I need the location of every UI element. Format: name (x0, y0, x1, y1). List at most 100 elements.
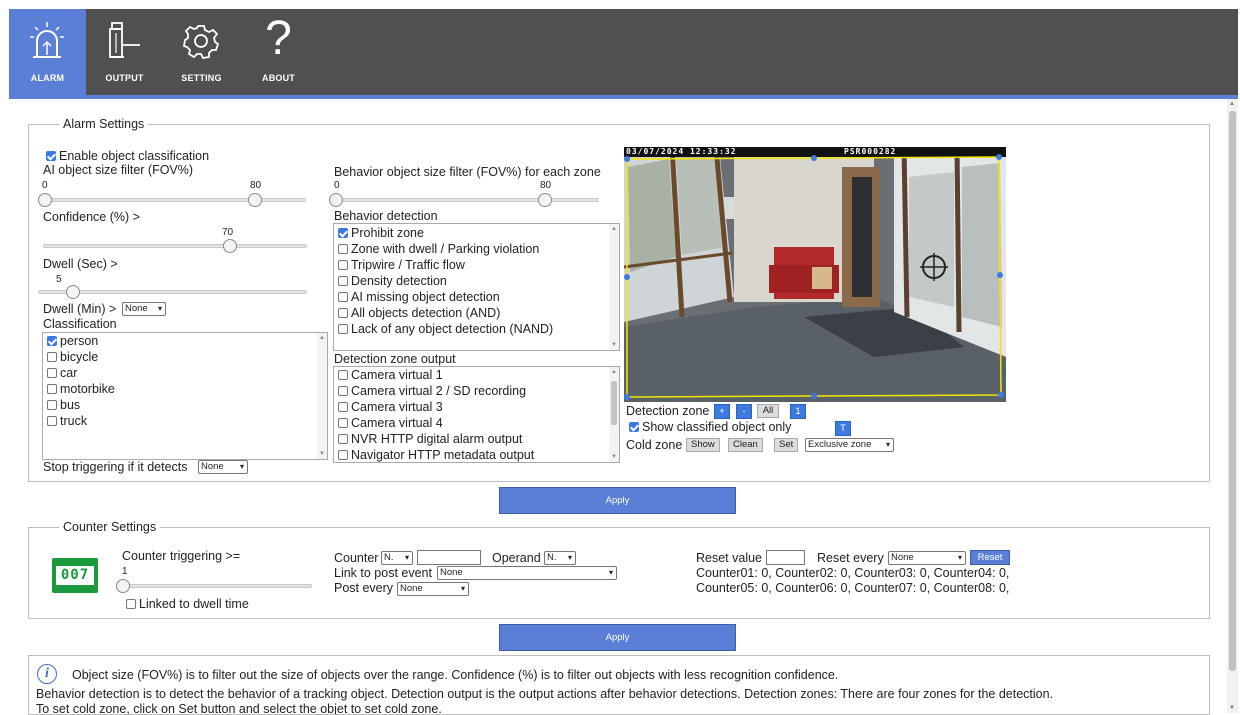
scroll-up-icon[interactable]: ▲ (611, 369, 617, 375)
ai-size-filter-slider[interactable] (38, 193, 306, 207)
slider-thumb-min[interactable] (38, 193, 52, 207)
counter-triggering-slider[interactable] (116, 579, 312, 593)
reset-value-input[interactable] (766, 550, 805, 565)
stop-triggering-select[interactable]: None ▾ (198, 460, 248, 474)
listbox-scrollbar[interactable]: ▲ ▼ (609, 367, 619, 462)
list-item[interactable]: truck (47, 414, 87, 428)
counter-input[interactable] (417, 550, 481, 565)
checkbox[interactable] (47, 352, 57, 362)
checkbox[interactable] (47, 336, 57, 346)
linked-dwell-row[interactable]: Linked to dwell time (126, 597, 249, 611)
scroll-down-icon[interactable]: ▼ (611, 454, 617, 460)
checkbox[interactable] (338, 276, 348, 286)
checkbox[interactable] (47, 416, 57, 426)
list-item[interactable]: All objects detection (AND) (338, 306, 500, 320)
tab-setting[interactable]: SETTING (163, 9, 240, 95)
checkbox[interactable] (338, 450, 348, 460)
checkbox[interactable] (338, 434, 348, 444)
toggle-t-button[interactable]: T (835, 421, 851, 436)
reset-button[interactable]: Reset (970, 550, 1010, 565)
tab-about[interactable]: ? ABOUT (240, 9, 317, 95)
confidence-slider[interactable] (43, 239, 307, 253)
show-classified-checkbox[interactable] (629, 422, 639, 432)
linked-dwell-checkbox[interactable] (126, 599, 136, 609)
slider-thumb-min[interactable] (329, 193, 343, 207)
dwell-min-select[interactable]: None ▾ (122, 302, 166, 316)
listbox-scrollbar[interactable]: ▲ ▼ (609, 224, 619, 350)
cold-zone-clean-button[interactable]: Clean (728, 438, 763, 452)
detection-zone-output-listbox[interactable]: Camera virtual 1 Camera virtual 2 / SD r… (333, 366, 620, 463)
checkbox[interactable] (338, 260, 348, 270)
list-item[interactable]: Zone with dwell / Parking violation (338, 242, 539, 256)
apply-counter-button[interactable]: Apply (499, 624, 736, 651)
list-item[interactable]: Camera virtual 2 / SD recording (338, 384, 526, 398)
scroll-down-icon[interactable]: ▼ (611, 342, 617, 348)
checkbox[interactable] (338, 324, 348, 334)
camera-preview[interactable]: 03/07/2024 12:33:32 PSR000282 (624, 147, 1006, 402)
slider-thumb-max[interactable] (248, 193, 262, 207)
list-item[interactable]: Camera virtual 4 (338, 416, 443, 430)
list-item[interactable]: motorbike (47, 382, 115, 396)
page-scrollbar[interactable]: ▲ ▼ (1227, 99, 1238, 713)
listbox-scroll-thumb[interactable] (611, 381, 617, 425)
scroll-up-icon[interactable]: ▲ (1229, 101, 1235, 107)
checkbox[interactable] (338, 292, 348, 302)
list-item[interactable]: Camera virtual 1 (338, 368, 443, 382)
checkbox[interactable] (47, 368, 57, 378)
counter-select[interactable]: N. ▾ (381, 551, 413, 565)
slider-thumb[interactable] (116, 579, 130, 593)
classification-listbox[interactable]: person bicycle car motorbike bus truck ▲… (42, 332, 328, 460)
operand-select[interactable]: N. ▾ (544, 551, 576, 565)
scroll-up-icon[interactable]: ▲ (319, 335, 325, 341)
apply-alarm-button[interactable]: Apply (499, 487, 736, 514)
cold-zone-mode-select[interactable]: Exclusive zone ▾ (805, 438, 894, 452)
stop-triggering-label: Stop triggering if it detects (43, 460, 188, 474)
show-classified-row[interactable]: Show classified object only (629, 420, 791, 434)
listbox-scrollbar[interactable]: ▲ ▼ (317, 333, 327, 459)
checkbox[interactable] (47, 400, 57, 410)
scrollbar-thumb[interactable] (1229, 111, 1236, 671)
checkbox[interactable] (338, 386, 348, 396)
slider-thumb[interactable] (223, 239, 237, 253)
checkbox[interactable] (47, 384, 57, 394)
list-item[interactable]: Lack of any object detection (NAND) (338, 322, 553, 336)
dwell-sec-slider[interactable] (38, 285, 307, 299)
behavior-size-filter-slider[interactable] (329, 193, 599, 207)
scroll-down-icon[interactable]: ▼ (319, 451, 325, 457)
list-item[interactable]: bus (47, 398, 80, 412)
checkbox[interactable] (338, 402, 348, 412)
scroll-down-icon[interactable]: ▼ (1229, 705, 1235, 711)
reset-every-select[interactable]: None ▾ (888, 551, 966, 565)
zone-1-button[interactable]: 1 (790, 404, 806, 419)
enable-classification-row[interactable]: Enable object classification (46, 149, 209, 163)
checkbox[interactable] (338, 308, 348, 318)
checkbox[interactable] (338, 418, 348, 428)
checkbox[interactable] (338, 228, 348, 238)
list-item[interactable]: Prohibit zone (338, 226, 424, 240)
scroll-up-icon[interactable]: ▲ (611, 226, 617, 232)
list-item[interactable]: person (47, 334, 98, 348)
slider-thumb[interactable] (66, 285, 80, 299)
enable-classification-checkbox[interactable] (46, 151, 56, 161)
list-item[interactable]: NVR HTTP digital alarm output (338, 432, 522, 446)
tab-output[interactable]: OUTPUT (86, 9, 163, 95)
slider-thumb-max[interactable] (538, 193, 552, 207)
checkbox[interactable] (338, 244, 348, 254)
list-item[interactable]: car (47, 366, 77, 380)
list-item[interactable]: Tripwire / Traffic flow (338, 258, 465, 272)
cold-zone-set-button[interactable]: Set (774, 438, 799, 452)
add-zone-button[interactable]: + (714, 404, 730, 419)
list-item[interactable]: AI missing object detection (338, 290, 500, 304)
remove-zone-button[interactable]: - (736, 404, 752, 419)
cold-zone-show-button[interactable]: Show (686, 438, 720, 452)
list-item[interactable]: Navigator HTTP metadata output (338, 448, 534, 462)
all-zones-button[interactable]: All (757, 404, 779, 418)
link-post-select[interactable]: None ▾ (437, 566, 617, 580)
post-every-select[interactable]: None ▾ (397, 582, 469, 596)
list-item[interactable]: bicycle (47, 350, 98, 364)
tab-alarm[interactable]: ALARM (9, 9, 86, 95)
behavior-detection-listbox[interactable]: Prohibit zone Zone with dwell / Parking … (333, 223, 620, 351)
list-item[interactable]: Density detection (338, 274, 447, 288)
list-item[interactable]: Camera virtual 3 (338, 400, 443, 414)
checkbox[interactable] (338, 370, 348, 380)
